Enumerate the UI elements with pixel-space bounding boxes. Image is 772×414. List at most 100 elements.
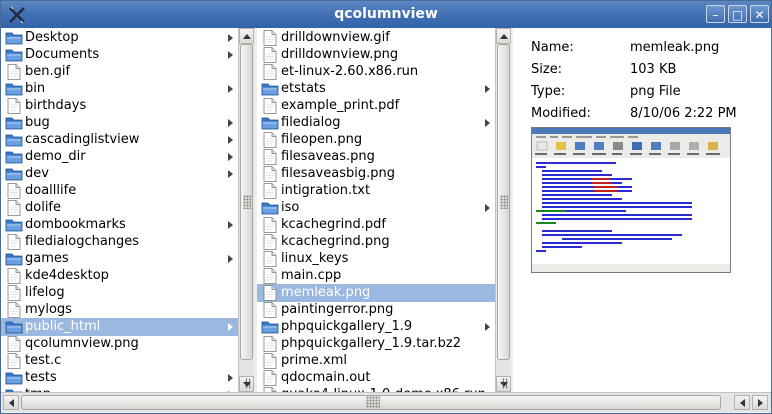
folder-item[interactable]: games: [1, 250, 238, 268]
horizontal-scrollbar[interactable]: [1, 392, 771, 412]
maximize-icon: □: [731, 8, 744, 22]
file-item[interactable]: paintingerror.png: [257, 301, 495, 319]
column-public-html-scrollbar[interactable]: [495, 28, 511, 392]
arrow-left-icon: [9, 399, 14, 407]
scrollbar-thumb[interactable]: [497, 44, 510, 360]
horizontal-scrollbar-thumb[interactable]: [21, 395, 721, 410]
folder-icon: [261, 83, 279, 96]
folder-icon: [5, 253, 23, 266]
column-home[interactable]: Desktop Documents ben.gif bin birthdays bug ca…: [1, 28, 238, 392]
column-public-html[interactable]: drilldownview.gif drilldownview.png et-lin…: [257, 28, 495, 392]
title-bar[interactable]: qcolumnview – □ ✕: [1, 1, 771, 28]
folder-item[interactable]: iso: [257, 199, 495, 217]
item-label: main.cpp: [281, 268, 342, 283]
folder-item[interactable]: bin: [1, 80, 238, 98]
item-label: phpquickgallery_1.9.tar.bz2: [281, 336, 462, 351]
folder-icon: [5, 32, 23, 45]
file-item[interactable]: kde4desktop: [1, 267, 238, 285]
item-label: drilldownview.gif: [281, 30, 390, 45]
file-icon: [263, 30, 277, 46]
item-label: fileopen.png: [281, 132, 363, 147]
item-label: intigration.txt: [281, 183, 371, 198]
close-button[interactable]: ✕: [750, 5, 769, 23]
file-item[interactable]: qdocmain.out: [257, 369, 495, 387]
file-item[interactable]: filesaveas.png: [257, 148, 495, 166]
item-label: et-linux-2.60.x86.run: [281, 64, 419, 79]
item-label: filedialogchanges: [25, 234, 140, 249]
file-item[interactable]: filedialogchanges: [1, 233, 238, 251]
file-icon: [7, 336, 21, 352]
file-icon: [263, 64, 277, 80]
item-label: lifelog: [25, 285, 65, 300]
file-icon: [7, 64, 21, 80]
file-item[interactable]: dolife: [1, 199, 238, 217]
item-label: bin: [25, 81, 46, 96]
scroll-left-button[interactable]: [3, 395, 19, 410]
type-value: png File: [630, 84, 681, 99]
folder-item[interactable]: tests: [1, 369, 238, 387]
file-item[interactable]: doalllife: [1, 182, 238, 200]
file-item[interactable]: prime.xml: [257, 352, 495, 370]
expand-arrow-icon: [228, 136, 233, 144]
folder-item[interactable]: Documents: [1, 46, 238, 64]
file-item[interactable]: kcachegrind.pdf: [257, 216, 495, 234]
folder-item[interactable]: filedialog: [257, 114, 495, 132]
column-resize-grip[interactable]: ||: [243, 377, 253, 391]
item-label: drilldownview.png: [281, 47, 399, 62]
file-item[interactable]: test.c: [1, 352, 238, 370]
file-item[interactable]: filesaveasbig.png: [257, 165, 495, 183]
scroll-right-button[interactable]: [752, 395, 768, 410]
item-label: cascadinglistview: [25, 132, 140, 147]
item-label: example_print.pdf: [281, 98, 400, 113]
file-icon: [263, 268, 277, 284]
folder-item[interactable]: dombookmarks: [1, 216, 238, 234]
file-item[interactable]: birthdays: [1, 97, 238, 115]
file-item[interactable]: fileopen.png: [257, 131, 495, 149]
expand-arrow-icon: [485, 119, 490, 127]
folder-item[interactable]: dev: [1, 165, 238, 183]
item-label: prime.xml: [281, 353, 347, 368]
column-resize-grip[interactable]: ||: [500, 377, 510, 391]
file-item[interactable]: drilldownview.gif: [257, 29, 495, 47]
file-item[interactable]: example_print.pdf: [257, 97, 495, 115]
file-item[interactable]: mylogs: [1, 301, 238, 319]
file-item[interactable]: qcolumnview.png: [1, 335, 238, 353]
file-item[interactable]: ben.gif: [1, 63, 238, 81]
file-icon: [263, 285, 277, 301]
item-label: iso: [281, 200, 300, 215]
minimize-button[interactable]: –: [706, 5, 725, 23]
folder-item[interactable]: bug: [1, 114, 238, 132]
file-item[interactable]: lifelog: [1, 284, 238, 302]
scroll-up-button[interactable]: [496, 28, 511, 44]
file-item[interactable]: linux_keys: [257, 250, 495, 268]
minimize-icon: –: [712, 8, 719, 22]
scroll-left-button-secondary[interactable]: [734, 395, 750, 410]
folder-item[interactable]: public_html: [1, 318, 238, 336]
file-item[interactable]: et-linux-2.60.x86.run: [257, 63, 495, 81]
folder-item[interactable]: cascadinglistview: [1, 131, 238, 149]
item-label: dev: [25, 166, 49, 181]
folder-item[interactable]: phpquickgallery_1.9: [257, 318, 495, 336]
arrow-right-icon: [758, 399, 763, 407]
file-item[interactable]: intigration.txt: [257, 182, 495, 200]
item-label: qdocmain.out: [281, 370, 371, 385]
file-icon: [7, 234, 21, 250]
file-item[interactable]: phpquickgallery_1.9.tar.bz2: [257, 335, 495, 353]
folder-item[interactable]: demo_dir: [1, 148, 238, 166]
folder-item[interactable]: Desktop: [1, 29, 238, 47]
maximize-button[interactable]: □: [728, 5, 747, 23]
file-item[interactable]: drilldownview.png: [257, 46, 495, 64]
folder-icon: [5, 151, 23, 164]
folder-icon: [5, 134, 23, 147]
column-home-scrollbar[interactable]: [238, 28, 254, 392]
scroll-up-button[interactable]: [239, 28, 254, 44]
item-label: dolife: [25, 200, 62, 215]
file-item[interactable]: main.cpp: [257, 267, 495, 285]
folder-icon: [5, 168, 23, 181]
name-value: memleak.png: [630, 40, 720, 55]
file-item[interactable]: kcachegrind.png: [257, 233, 495, 251]
file-icon: [263, 166, 277, 182]
file-item[interactable]: memleak.png: [257, 284, 495, 302]
scrollbar-thumb[interactable]: [240, 44, 253, 360]
folder-item[interactable]: etstats: [257, 80, 495, 98]
